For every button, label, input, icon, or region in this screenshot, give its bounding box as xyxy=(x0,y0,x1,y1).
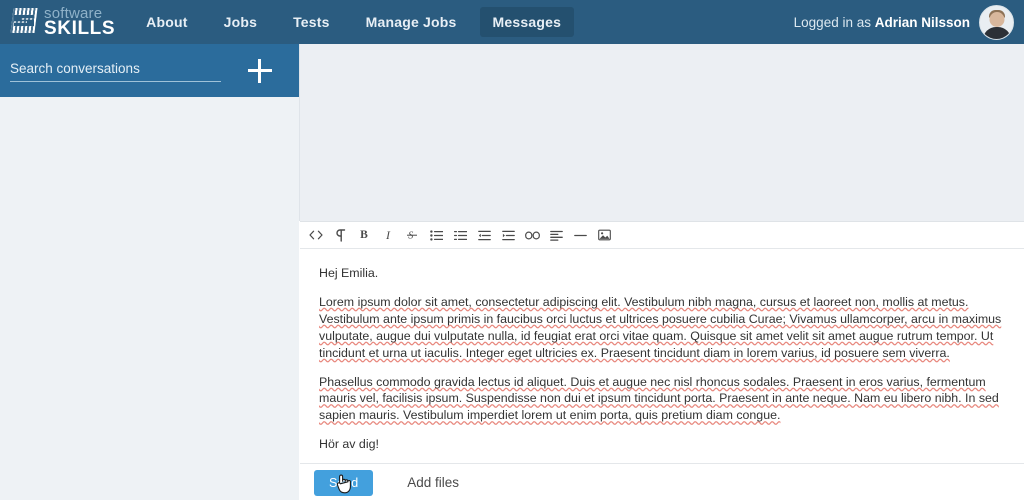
message-greeting: Hej Emilia. xyxy=(319,266,379,280)
message-editor: B I S Hej Emilia. Lorem ipsum dolor sit … xyxy=(300,221,1024,501)
add-files-button[interactable]: Add files xyxy=(407,475,459,490)
message-pane: B I S Hej Emilia. Lorem ipsum dolor sit … xyxy=(299,44,1024,501)
search-input-wrapper[interactable] xyxy=(10,60,221,82)
avatar-body xyxy=(982,26,1011,39)
strikethrough-icon[interactable]: S xyxy=(400,224,424,247)
search-panel xyxy=(0,44,299,97)
logged-in-username: Adrian Nilsson xyxy=(874,14,970,30)
top-navigation-bar: software SKILLS About Jobs Tests Manage … xyxy=(0,0,1024,44)
ordered-list-icon[interactable] xyxy=(448,224,472,247)
avatar[interactable] xyxy=(979,4,1014,40)
send-button[interactable]: Send xyxy=(314,469,374,496)
editor-action-bar: Send Add files xyxy=(300,463,1024,501)
nav-item-messages[interactable]: Messages xyxy=(479,7,575,37)
insert-image-icon[interactable] xyxy=(592,224,616,247)
logo-wordmark: software SKILLS xyxy=(44,6,115,38)
avatar-face xyxy=(989,11,1004,27)
logo-text-skills: SKILLS xyxy=(44,18,116,39)
source-code-icon[interactable] xyxy=(304,224,328,247)
message-compose-area[interactable]: Hej Emilia. Lorem ipsum dolor sit amet, … xyxy=(300,250,1024,463)
editor-toolbar: B I S xyxy=(300,222,1024,249)
search-input[interactable] xyxy=(10,60,221,76)
conversation-thread xyxy=(299,44,1024,221)
message-paragraph-1: Lorem ipsum dolor sit amet, consectetur … xyxy=(319,294,1002,360)
unordered-list-icon[interactable] xyxy=(424,224,448,247)
site-logo[interactable]: software SKILLS xyxy=(9,4,115,40)
paragraph-pilcrow-icon[interactable] xyxy=(328,224,352,247)
align-left-icon[interactable] xyxy=(544,224,568,247)
conversation-list[interactable] xyxy=(0,97,299,500)
message-paragraph-2: Phasellus commodo gravida lectus id aliq… xyxy=(319,374,999,423)
nav-item-jobs[interactable]: Jobs xyxy=(211,7,270,37)
logged-in-user-area[interactable]: Logged in as Adrian Nilsson xyxy=(794,4,1014,40)
logged-in-prefix: Logged in as xyxy=(793,14,875,30)
link-icon[interactable] xyxy=(520,224,544,247)
horizontal-rule-icon[interactable] xyxy=(568,224,592,247)
indent-icon[interactable] xyxy=(496,224,520,247)
outdent-icon[interactable] xyxy=(472,224,496,247)
bold-icon[interactable]: B xyxy=(352,224,376,247)
conversations-sidebar xyxy=(0,44,299,500)
nav-item-about[interactable]: About xyxy=(133,7,200,37)
message-closing: Hör av dig! xyxy=(319,437,379,452)
stacked-blocks-logo-icon xyxy=(9,7,39,37)
nav-item-tests[interactable]: Tests xyxy=(280,7,343,37)
logged-in-label: Logged in as Adrian Nilsson xyxy=(794,15,970,30)
italic-icon[interactable]: I xyxy=(376,224,400,247)
plus-icon[interactable] xyxy=(247,58,273,84)
svg-text:S: S xyxy=(408,231,413,241)
nav-item-manage-jobs[interactable]: Manage Jobs xyxy=(353,7,470,37)
